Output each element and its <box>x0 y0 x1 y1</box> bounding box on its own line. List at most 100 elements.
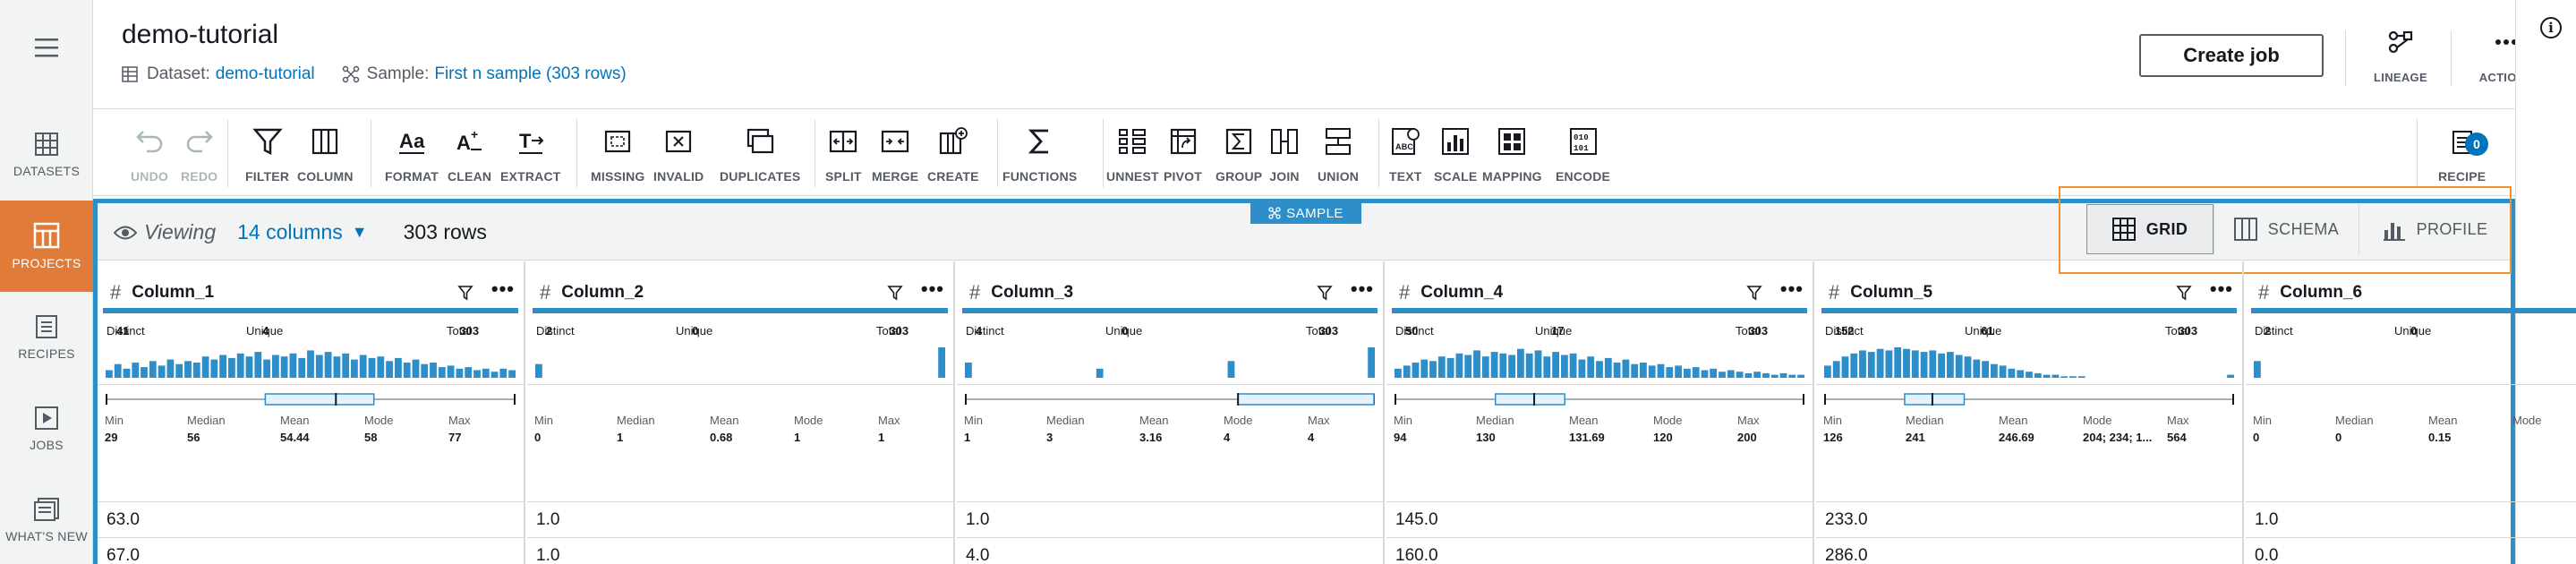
histogram-bar <box>1982 361 1989 378</box>
row-divider <box>98 537 524 538</box>
data-cell[interactable]: 67.0 <box>107 546 140 564</box>
undo-button[interactable]: UNDO <box>131 126 168 184</box>
median-label: Median <box>617 414 655 427</box>
viewing-summary: Viewing 14 columns ▼ 303 rows <box>114 220 487 244</box>
more-options-icon[interactable]: ••• <box>1780 278 1804 301</box>
box-plot <box>1824 393 2234 406</box>
data-cell[interactable]: 63.0 <box>107 510 140 530</box>
join-button[interactable]: JOIN <box>1269 126 1300 184</box>
filter-icon[interactable] <box>1317 285 1333 305</box>
redo-button[interactable]: REDO <box>181 126 218 184</box>
merge-label: MERGE <box>872 169 919 184</box>
filter-button[interactable]: FILTER <box>245 126 289 184</box>
filter-icon[interactable] <box>2176 285 2192 305</box>
histogram-bar <box>1464 355 1472 378</box>
encode-button[interactable]: 010 101 ENCODE <box>1556 126 1610 184</box>
columns-dropdown[interactable]: 14 columns <box>237 220 343 244</box>
data-cell[interactable]: 1.0 <box>966 510 989 530</box>
create-job-button[interactable]: Create job <box>2139 34 2324 77</box>
sample-link[interactable]: First n sample (303 rows) <box>434 64 626 84</box>
column-stats: Distinct 50 Unique 17 Total 303 <box>1395 324 1805 342</box>
clean-label: CLEAN <box>448 169 492 184</box>
histogram-bar <box>1543 356 1551 378</box>
info-icon[interactable]: i <box>2540 17 2562 38</box>
lineage-button[interactable]: LINEAGE <box>2358 30 2444 84</box>
histogram-bar <box>1947 352 1954 378</box>
split-button[interactable]: SPLIT <box>825 126 862 184</box>
union-button[interactable]: UNION <box>1318 126 1359 184</box>
column-header[interactable]: # Column_6 ••• <box>2246 279 2576 306</box>
extract-button[interactable]: T EXTRACT <box>500 126 561 184</box>
dataset-link[interactable]: demo-tutorial <box>216 64 315 84</box>
unnest-button[interactable]: UNNEST <box>1106 126 1159 184</box>
functions-button[interactable]: FUNCTIONS <box>1002 126 1077 184</box>
invalid-button[interactable]: INVALID <box>653 126 704 184</box>
data-cell[interactable]: 233.0 <box>1825 510 1868 530</box>
histogram-bar <box>473 370 481 378</box>
column-name: Column_3 <box>991 283 1074 302</box>
column-header[interactable]: # Column_3 ••• <box>957 278 1383 306</box>
redo-icon <box>186 131 213 153</box>
caret-down-icon[interactable]: ▼ <box>352 223 368 242</box>
histogram-bar <box>395 357 402 378</box>
text-button[interactable]: ABC TEXT <box>1389 126 1422 184</box>
more-options-icon[interactable]: ••• <box>1351 278 1374 301</box>
left-nav: DATASETS PROJECTS RECIPES JOBS WHAT'S NE… <box>0 0 93 564</box>
data-cell[interactable]: 160.0 <box>1395 546 1438 564</box>
pivot-button[interactable]: PIVOT <box>1164 126 1202 184</box>
filter-icon[interactable] <box>1746 285 1762 305</box>
data-cell[interactable]: 0.0 <box>2255 546 2278 564</box>
value-histogram <box>1395 348 1804 378</box>
mean-value: 0.15 <box>2428 431 2452 444</box>
column-header[interactable]: # Column_2 ••• <box>527 278 953 306</box>
mean-label: Mean <box>1139 414 1169 427</box>
nav-jobs[interactable]: JOBS <box>0 383 93 474</box>
max-value: 200 <box>1737 431 1757 444</box>
duplicates-button[interactable]: DUPLICATES <box>720 126 800 184</box>
create-button[interactable]: CREATE <box>927 126 979 184</box>
histogram-bar <box>184 361 192 378</box>
more-options-icon[interactable]: ••• <box>491 278 515 301</box>
column-header[interactable]: # Column_5 ••• <box>1816 278 2242 306</box>
data-cell[interactable]: 286.0 <box>1825 546 1868 564</box>
mode-value: 4 <box>1224 431 1231 444</box>
menu-button[interactable] <box>0 0 93 95</box>
column-header[interactable]: # Column_1 ••• <box>98 278 524 306</box>
column-card: # Column_5 ••• Distinct 152 Unique 61 To… <box>1816 261 2244 564</box>
column-header[interactable]: # Column_4 ••• <box>1386 278 1813 306</box>
data-cell[interactable]: 4.0 <box>966 546 989 564</box>
scale-button[interactable]: SCALE <box>1434 126 1477 184</box>
column-label: COLUMN <box>297 169 354 184</box>
data-cell[interactable]: 1.0 <box>536 510 559 530</box>
svg-text:ABC: ABC <box>1395 142 1413 151</box>
missing-button[interactable]: MISSING <box>591 126 645 184</box>
group-button[interactable]: GROUP <box>1215 126 1262 184</box>
sample-icon <box>342 65 359 83</box>
filter-icon[interactable] <box>887 285 903 305</box>
nav-recipes[interactable]: RECIPES <box>0 292 93 383</box>
data-cell[interactable]: 145.0 <box>1395 510 1438 530</box>
format-button[interactable]: Aa FORMAT <box>385 126 439 184</box>
more-options-icon[interactable]: ••• <box>921 278 944 301</box>
filter-icon[interactable] <box>457 285 473 305</box>
nav-datasets[interactable]: DATASETS <box>0 109 93 201</box>
histogram-bar <box>1499 353 1507 378</box>
unique-label: Unique <box>1965 324 2002 338</box>
more-options-icon[interactable]: ••• <box>2210 278 2233 301</box>
column-button[interactable]: COLUMN <box>297 126 354 184</box>
mode-value: 58 <box>364 431 378 444</box>
histogram-bar <box>1710 368 1718 378</box>
clean-button[interactable]: A + CLEAN <box>448 126 491 184</box>
nav-whats-new[interactable]: WHAT'S NEW <box>0 474 93 564</box>
data-cell[interactable]: 1.0 <box>2255 510 2278 530</box>
data-cell[interactable]: 1.0 <box>536 546 559 564</box>
sample-tag-label: SAMPLE <box>1286 205 1343 221</box>
histogram-bar <box>1596 361 1603 378</box>
merge-button[interactable]: MERGE <box>872 126 918 184</box>
histogram-bar <box>1684 368 1691 378</box>
column-quality-bar <box>1821 308 2237 313</box>
mapping-button[interactable]: MAPPING <box>1482 126 1542 184</box>
row-divider <box>527 537 953 538</box>
nav-projects[interactable]: PROJECTS <box>0 201 93 292</box>
column-name: Column_2 <box>561 283 644 302</box>
